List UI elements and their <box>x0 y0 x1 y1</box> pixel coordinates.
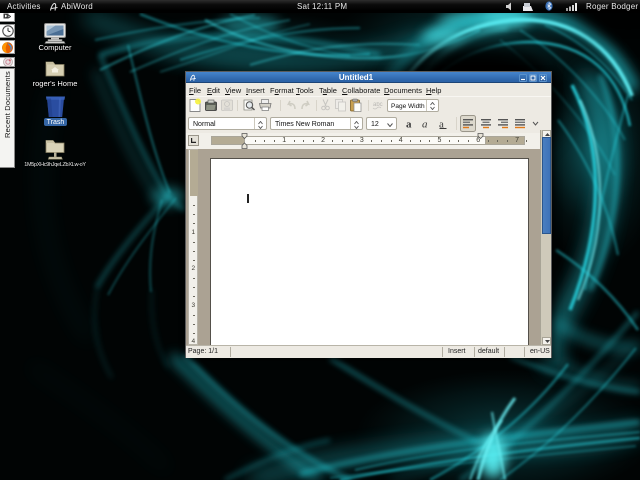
svg-text:a: a <box>406 119 412 131</box>
svg-text:a: a <box>422 119 428 131</box>
